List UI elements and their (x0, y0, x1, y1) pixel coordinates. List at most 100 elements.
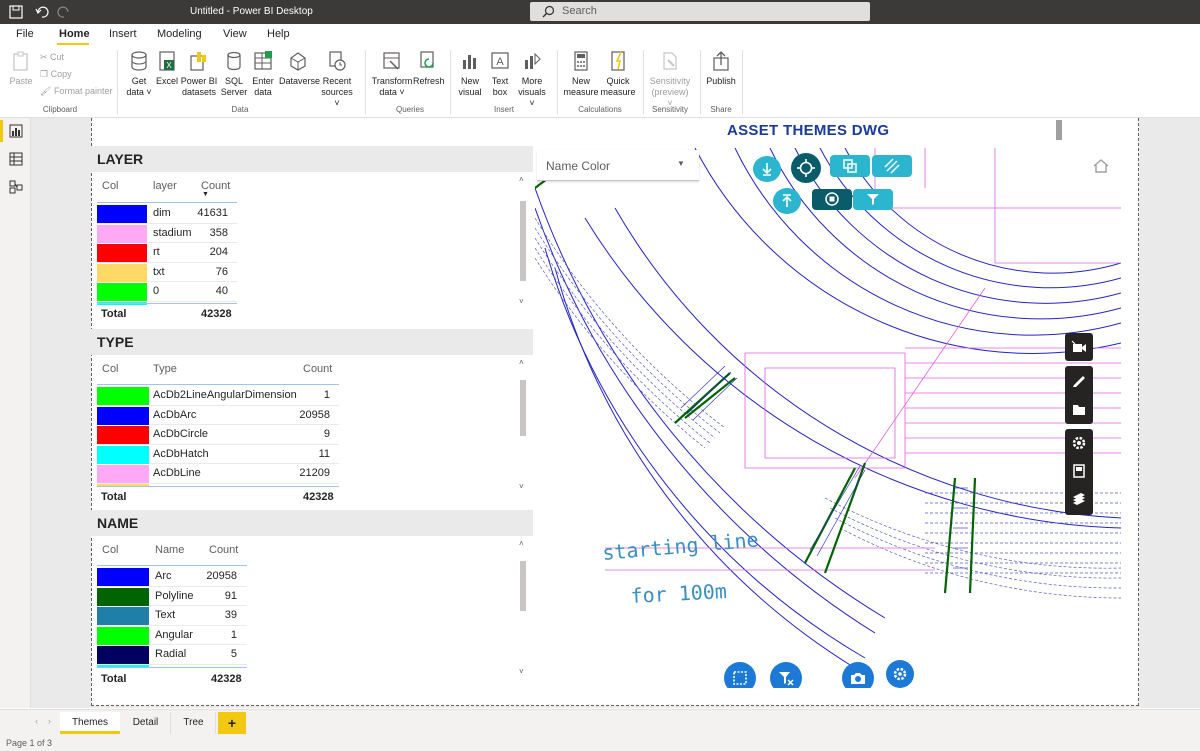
screenshot-button[interactable] (842, 662, 874, 688)
separator (117, 50, 118, 114)
layer-table-row[interactable]: txt 76 (97, 263, 237, 283)
text-box-button[interactable]: A Text box (486, 50, 514, 98)
viewer-settings-button[interactable] (886, 660, 914, 688)
redo-icon[interactable] (56, 4, 72, 20)
refresh-button[interactable]: Refresh (413, 50, 445, 87)
svg-text:A: A (496, 56, 504, 68)
layer-table-row[interactable]: 0 40 (97, 282, 237, 302)
scroll-up-icon[interactable]: ˄ (519, 358, 524, 367)
tab-file[interactable]: File (16, 28, 34, 40)
home-icon[interactable] (1092, 158, 1110, 174)
stop-button[interactable] (812, 189, 852, 210)
scroll-up-icon[interactable]: ˄ (519, 175, 524, 184)
report-view-icon[interactable] (9, 124, 23, 138)
sql-server-button[interactable]: SQL Server (220, 50, 248, 98)
copy-button[interactable]: ❐ Copy (40, 69, 72, 80)
publish-button[interactable]: Publish (705, 50, 737, 87)
tab-insert[interactable]: Insert (109, 28, 137, 40)
type-scrollbar[interactable]: ˄ ˅ (519, 358, 528, 494)
tab-home[interactable]: Home (59, 28, 90, 40)
type-header[interactable]: Type (153, 363, 177, 375)
get-data-button[interactable]: Get data ˅ (123, 50, 155, 98)
model-view-icon[interactable] (9, 180, 23, 194)
name-table-row[interactable]: Arc 20958 (97, 567, 247, 587)
chevron-right-icon[interactable]: › (48, 716, 51, 726)
power-bi-label1: Power BI (180, 76, 218, 86)
name-header[interactable]: Name (155, 544, 184, 556)
layer-scrollbar[interactable]: ˄ ˅ (519, 175, 528, 309)
clear-filter-button[interactable] (770, 662, 802, 688)
undo-icon[interactable] (34, 4, 50, 20)
select-region-button[interactable] (724, 662, 756, 688)
power-bi-datasets-button[interactable]: Power BI datasets (180, 50, 218, 98)
name-table-row[interactable]: Radial 5 (97, 645, 247, 665)
tab-modeling[interactable]: Modeling (157, 28, 202, 40)
expand-down-button[interactable] (753, 156, 781, 182)
col-header[interactable]: Col (102, 544, 119, 556)
excel-button[interactable]: X Excel (155, 50, 179, 87)
gear-icon[interactable] (1071, 435, 1087, 451)
name-color-dropdown[interactable]: Name Color ▼ (537, 150, 699, 181)
filter-button[interactable] (853, 189, 893, 210)
type-table-row[interactable]: AcDbLine 21209 (97, 464, 339, 484)
name-table-row[interactable]: Polyline 91 (97, 587, 247, 607)
add-page-button[interactable]: + (218, 712, 246, 734)
pencil-icon[interactable] (1071, 372, 1087, 388)
type-table-row[interactable]: AcDbHatch 11 (97, 445, 339, 465)
cut-button[interactable]: ✂ Cut (40, 52, 64, 63)
device-icon[interactable] (1071, 463, 1087, 479)
tab-help[interactable]: Help (267, 28, 290, 40)
layer-table-row[interactable]: dim 41631 (97, 204, 237, 224)
dwg-viewer[interactable]: starting line for 100m Name Color ▼ (535, 148, 1121, 688)
scroll-thumb[interactable] (520, 380, 526, 436)
save-icon[interactable] (8, 4, 24, 20)
scroll-down-icon[interactable]: ˅ (519, 482, 524, 491)
type-table-row[interactable]: AcDb2LineAngularDimension 1 (97, 386, 339, 406)
more-visuals-button[interactable]: More visuals ˅ (515, 50, 549, 109)
dataverse-button[interactable]: Dataverse (279, 50, 320, 87)
copy-view-button[interactable] (830, 155, 870, 177)
scroll-thumb[interactable] (520, 561, 526, 611)
tab-view[interactable]: View (223, 28, 247, 40)
recent-sources-button[interactable]: Recent sources ˅ (318, 50, 356, 109)
excel-label: Excel (155, 76, 178, 86)
format-painter-button[interactable]: 🖌 Format painter (40, 86, 112, 97)
camera-view-button[interactable] (1065, 333, 1093, 361)
layer-table-row[interactable]: rt 204 (97, 243, 237, 263)
folder-icon[interactable] (1071, 401, 1087, 417)
type-table-row[interactable]: AcDbArc 20958 (97, 406, 339, 426)
locate-button[interactable] (791, 153, 821, 183)
chevron-left-icon[interactable]: ‹ (35, 716, 38, 726)
page-tab-tree[interactable]: Tree (172, 712, 216, 734)
new-measure-button[interactable]: New measure (562, 50, 600, 98)
name-table-row[interactable]: Angular 1 (97, 626, 247, 646)
scroll-up-icon[interactable]: ˄ (519, 539, 524, 548)
name-scrollbar[interactable]: ˄ ˅ (519, 539, 528, 679)
publish-icon (713, 51, 729, 71)
data-view-icon[interactable] (9, 152, 23, 166)
filter-clear-icon (779, 672, 794, 686)
page-tab-themes[interactable]: Themes (60, 712, 120, 734)
scroll-down-icon[interactable]: ˅ (519, 297, 524, 306)
name-table-row[interactable]: Text 39 (97, 606, 247, 626)
col-header[interactable]: Col (102, 180, 119, 192)
layers-icon[interactable] (1071, 491, 1087, 507)
hatch-button[interactable] (872, 155, 912, 177)
sensitivity-button[interactable]: Sensitivity (preview) ˅ (648, 50, 692, 109)
col-header[interactable]: Col (102, 363, 119, 375)
count-header[interactable]: Count (209, 544, 238, 556)
count-header[interactable]: Count (303, 363, 332, 375)
search-box[interactable]: Search (530, 2, 870, 21)
type-table-row[interactable]: AcDbCircle 9 (97, 425, 339, 445)
scroll-thumb[interactable] (520, 201, 526, 281)
expand-up-button[interactable] (773, 188, 801, 214)
page-tab-detail[interactable]: Detail (121, 712, 171, 734)
transform-data-button[interactable]: Transform data ˅ (371, 50, 413, 98)
paste-button[interactable]: Paste (8, 50, 34, 87)
new-visual-button[interactable]: New visual (456, 50, 484, 98)
layer-table-row[interactable]: stadium 358 (97, 224, 237, 244)
scroll-down-icon[interactable]: ˅ (519, 667, 524, 676)
enter-data-button[interactable]: Enter data (250, 50, 276, 98)
quick-measure-button[interactable]: Quick measure (600, 50, 636, 98)
layer-header[interactable]: layer (153, 180, 177, 192)
